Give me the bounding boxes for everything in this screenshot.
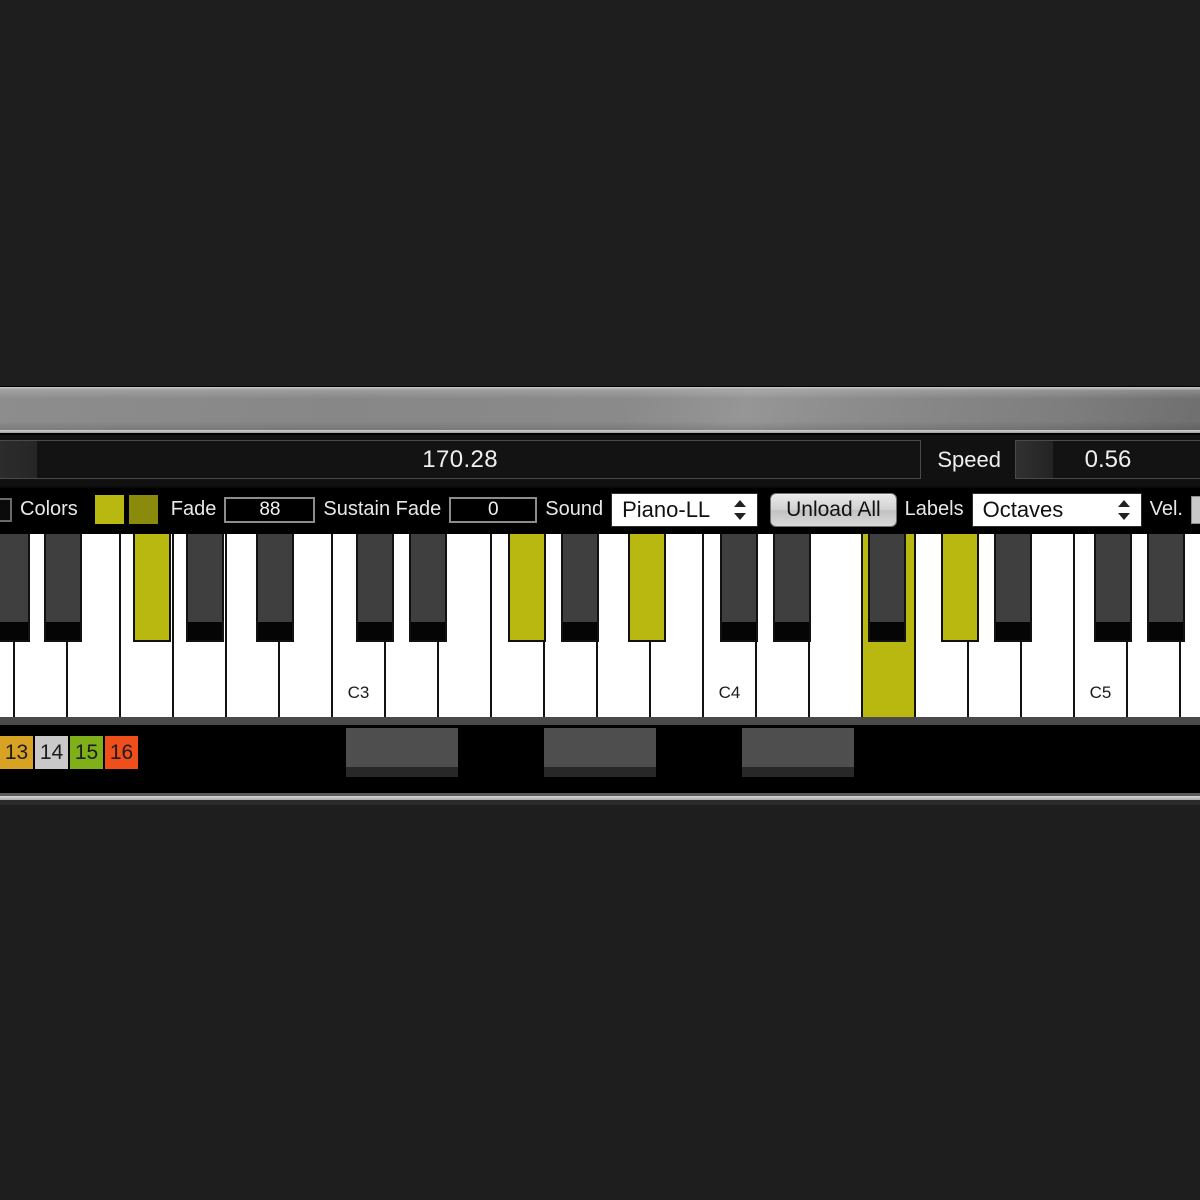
stepper-arrows-icon [1117, 499, 1131, 520]
fade-label: Fade [170, 498, 217, 520]
black-key[interactable] [941, 534, 979, 642]
track-badge[interactable]: 16 [105, 736, 138, 769]
sustain-fade-label: Sustain Fade [323, 498, 442, 520]
black-key[interactable] [133, 534, 171, 642]
titlebar-surface[interactable] [0, 390, 1200, 430]
octave-label: C5 [1089, 683, 1112, 702]
black-key[interactable] [868, 534, 906, 642]
velocity-input[interactable]: 0 [1190, 495, 1200, 524]
white-key[interactable] [810, 534, 863, 717]
sound-select[interactable]: Piano-LL [611, 492, 759, 527]
controls-bar: Colors Fade 88 Sustain Fade 0 Sound Pian… [0, 486, 1200, 533]
stepper-arrows-icon [734, 499, 747, 520]
black-key[interactable] [186, 534, 224, 642]
sustain-fade-input[interactable]: 0 [449, 496, 538, 523]
tempo-value: 170.28 [422, 445, 499, 473]
fade-value: 88 [259, 498, 281, 520]
track-badge[interactable]: 15 [70, 736, 103, 769]
tempo-field[interactable]: 170.28 [0, 440, 922, 479]
black-key[interactable] [0, 534, 30, 642]
screen-root: 170.28 Speed 0.56 Colors Fade 88 Sustain… [0, 0, 1200, 1200]
black-key[interactable] [256, 534, 294, 642]
bottom-bevel-4 [0, 805, 1200, 822]
color-swatch-primary[interactable] [94, 495, 124, 524]
sound-select-value: Piano-LL [622, 496, 711, 522]
speed-value: 0.56 [1084, 445, 1132, 473]
pad-strip: 13 14 15 16 [0, 717, 1200, 793]
speed-field[interactable]: 0.56 [1014, 440, 1200, 479]
colors-checkbox[interactable] [0, 497, 12, 522]
black-key[interactable] [561, 534, 599, 642]
plugin-bottom-chrome [0, 793, 1200, 822]
pad-button[interactable] [544, 728, 656, 777]
black-key[interactable] [994, 534, 1032, 642]
tempo-slider-fill [0, 441, 37, 478]
black-key[interactable] [508, 534, 546, 642]
plugin-window: 170.28 Speed 0.56 Colors Fade 88 Sustain… [0, 386, 1200, 822]
track-badge-list: 13 14 15 16 [0, 736, 138, 769]
colors-label: Colors [20, 498, 78, 520]
labels-select-value: Octaves [982, 496, 1064, 522]
labels-select[interactable]: Octaves [971, 492, 1142, 527]
plugin-titlebar[interactable] [0, 386, 1200, 433]
velocity-label: Vel. [1149, 498, 1183, 520]
black-key[interactable] [356, 534, 394, 642]
labels-label: Labels [904, 498, 964, 520]
pad-strip-rail [0, 717, 1200, 725]
black-key[interactable] [1147, 534, 1185, 642]
unload-all-label: Unload All [786, 497, 881, 521]
sound-label: Sound [545, 498, 604, 520]
black-key[interactable] [1094, 534, 1132, 642]
octave-label: C4 [718, 683, 741, 702]
black-key[interactable] [628, 534, 666, 642]
black-key[interactable] [409, 534, 447, 642]
transport-bar: 170.28 Speed 0.56 [0, 433, 1200, 486]
fade-input[interactable]: 88 [224, 496, 316, 523]
speed-slider-fill [1015, 441, 1053, 478]
black-key[interactable] [773, 534, 811, 642]
color-swatch-secondary[interactable] [128, 495, 158, 524]
unload-all-button[interactable]: Unload All [770, 492, 897, 527]
desktop-backdrop-top [0, 0, 1200, 386]
track-badge[interactable]: 14 [35, 736, 68, 769]
speed-label: Speed [937, 446, 1001, 472]
black-key[interactable] [44, 534, 82, 642]
pad-button[interactable] [346, 728, 458, 777]
sustain-fade-value: 0 [487, 498, 499, 520]
piano-keyboard[interactable]: C3 C4 C5 [0, 534, 1200, 717]
pad-button[interactable] [742, 728, 854, 777]
track-badge[interactable]: 13 [0, 736, 33, 769]
desktop-backdrop-bottom [0, 822, 1200, 1200]
black-key[interactable] [720, 534, 758, 642]
octave-label: C3 [347, 683, 370, 702]
